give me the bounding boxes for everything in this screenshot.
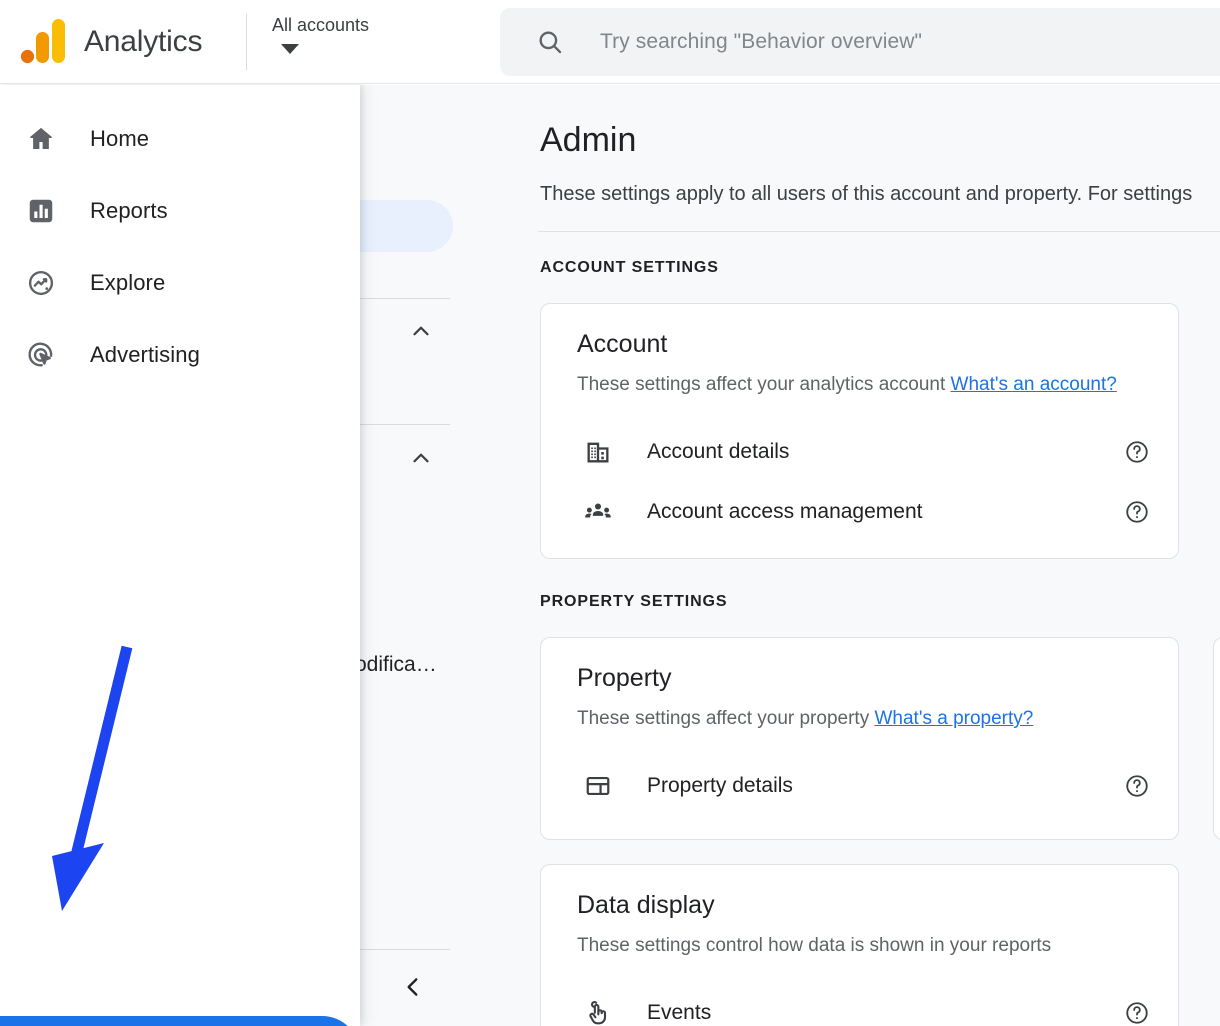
card-subtitle-account: These settings affect your analytics acc… [577, 374, 1117, 396]
row-account-access-management[interactable]: Account access management [541, 484, 1180, 540]
row-label: Account access management [647, 500, 923, 523]
advertising-target-cursor-icon [24, 340, 58, 370]
brand-divider [246, 14, 247, 70]
card-subtitle-text: These settings control how data is shown… [577, 935, 1052, 956]
sidebar-item-label: Explore [90, 270, 166, 295]
sidebar-item-label: Reports [90, 198, 168, 223]
navigation-drawer: Home Reports Explore Advertising Admin [0, 85, 360, 1026]
bar-chart-icon [24, 196, 58, 226]
sidebar-item-advertising[interactable]: Advertising [0, 327, 360, 383]
row-label: Events [647, 1001, 712, 1024]
chevron-up-icon[interactable] [408, 445, 434, 471]
people-group-icon [581, 498, 615, 526]
help-circle-icon[interactable] [1124, 499, 1150, 525]
account-switcher[interactable]: All accounts [272, 14, 392, 54]
building-icon [581, 438, 615, 466]
card-subtitle-text: These settings affect your property [577, 708, 870, 729]
search-icon [539, 31, 562, 54]
help-circle-icon[interactable] [1124, 439, 1150, 465]
chevron-up-icon[interactable] [408, 318, 434, 344]
caret-down-icon [281, 44, 299, 54]
property-panel-icon [581, 772, 615, 800]
sidebar-item-home[interactable]: Home [0, 111, 360, 167]
section-header-account-settings: ACCOUNT SETTINGS [540, 259, 719, 276]
row-property-details[interactable]: Property details [541, 758, 1180, 814]
sidebar-item-reports[interactable]: Reports [0, 183, 360, 239]
row-events[interactable]: Events [541, 985, 1180, 1026]
account-switcher-label: All accounts [272, 15, 370, 35]
home-icon [24, 124, 58, 154]
help-circle-icon[interactable] [1124, 1000, 1150, 1026]
property-second-column-card [1213, 637, 1220, 840]
search-input[interactable]: Try searching "Behavior overview" [600, 30, 922, 54]
sidebar-item-label: Advertising [90, 342, 200, 367]
header-divider [538, 231, 1220, 232]
tap-hand-icon [581, 999, 615, 1026]
chevron-left-icon [407, 978, 418, 996]
page-description: These settings apply to all users of thi… [540, 183, 1193, 205]
property-card: Property These settings affect your prop… [540, 637, 1179, 840]
explore-trending-icon [24, 268, 58, 298]
sidebar-collapse-button[interactable] [396, 970, 430, 1004]
section-header-property-settings: PROPERTY SETTINGS [540, 593, 728, 610]
card-title-account: Account [577, 330, 668, 358]
page-title: Admin [540, 121, 637, 159]
app-root: odifica… Admin These settings apply to a… [0, 0, 1220, 1026]
background-truncated-item-label: odifica… [355, 653, 437, 676]
card-subtitle-property: These settings affect your property What… [577, 708, 1033, 730]
main-content: Admin These settings apply to all users … [460, 85, 1220, 1026]
top-bar: Analytics All accounts Try searching "Be… [0, 0, 1220, 84]
row-account-details[interactable]: Account details [541, 424, 1180, 480]
account-settings-card: Account These settings affect your analy… [540, 303, 1179, 559]
card-title-property: Property [577, 664, 672, 692]
card-title-data-display: Data display [577, 891, 715, 919]
brand[interactable]: Analytics [20, 16, 202, 68]
help-circle-icon[interactable] [1124, 773, 1150, 799]
whats-an-account-link[interactable]: What's an account? [951, 374, 1117, 395]
row-label: Account details [647, 440, 790, 463]
sidebar-item-label: Home [90, 126, 150, 151]
row-label: Property details [647, 774, 793, 797]
sidebar-item-admin[interactable]: Admin [0, 1016, 360, 1026]
card-subtitle-text: These settings affect your analytics acc… [577, 374, 946, 395]
sidebar-item-explore[interactable]: Explore [0, 255, 360, 311]
brand-title: Analytics [84, 25, 203, 58]
whats-a-property-link[interactable]: What's a property? [874, 708, 1033, 729]
card-subtitle-data-display: These settings control how data is shown… [577, 935, 1051, 957]
google-analytics-logo [20, 19, 65, 64]
search-bar[interactable]: Try searching "Behavior overview" [500, 8, 1220, 76]
data-display-card: Data display These settings control how … [540, 864, 1179, 1026]
